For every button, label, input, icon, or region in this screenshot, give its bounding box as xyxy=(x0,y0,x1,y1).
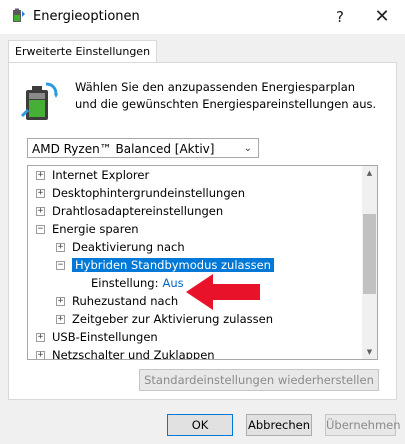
help-button[interactable]: ? xyxy=(320,3,360,31)
tree-item-label: Drahtlosadaptereinstellungen xyxy=(52,204,224,218)
tree-item[interactable]: + Netzschalter und Zuklappen xyxy=(36,346,215,360)
expand-icon[interactable]: + xyxy=(36,351,45,359)
tree-item[interactable]: + Internet Explorer xyxy=(36,166,149,184)
expand-icon[interactable]: + xyxy=(56,297,65,306)
tree-item[interactable]: + Deaktivierung nach xyxy=(56,238,185,256)
setting-row[interactable]: Einstellung: Aus xyxy=(91,274,184,292)
tree-item-label: Ruhezustand nach xyxy=(72,294,179,308)
red-arrow-annotation xyxy=(186,274,260,310)
cancel-button[interactable]: Abbrechen xyxy=(246,414,312,436)
collapse-icon[interactable]: − xyxy=(36,225,45,234)
tree-item-label: Energie sparen xyxy=(52,222,139,236)
tree-item-label: Internet Explorer xyxy=(52,168,150,182)
tab-advanced-settings[interactable]: Erweiterte Einstellungen xyxy=(8,40,158,63)
tree-item[interactable]: + Ruhezustand nach xyxy=(56,292,178,310)
settings-tree[interactable]: + Internet Explorer + Desktophintergrundei… xyxy=(27,165,378,360)
tab-strip: Erweiterte Einstellungen xyxy=(8,40,397,63)
tree-item-label: USB-Einstellungen xyxy=(52,330,158,344)
scroll-down-icon[interactable]: ▼ xyxy=(362,345,377,359)
tree-item-label: Netzschalter und Zuklappen xyxy=(52,348,215,360)
vertical-scrollbar[interactable]: ▲ ▼ xyxy=(362,166,377,359)
expand-icon[interactable]: + xyxy=(56,243,65,252)
power-options-dialog: Energieoptionen ? ✕ Erweiterte Einstellu… xyxy=(0,0,405,444)
tree-item-label: Zeitgeber zur Aktivierung zulassen xyxy=(72,312,273,326)
tree-item[interactable]: + USB-Einstellungen xyxy=(36,328,158,346)
tree-item[interactable]: + Drahtlosadaptereinstellungen xyxy=(36,202,223,220)
ok-button[interactable]: OK xyxy=(167,414,233,436)
collapse-icon[interactable]: − xyxy=(56,261,65,270)
window-title: Energieoptionen xyxy=(33,9,140,24)
setting-label: Einstellung: xyxy=(91,276,159,290)
expand-icon[interactable]: + xyxy=(36,171,45,180)
apply-button[interactable]: Übernehmen xyxy=(325,414,401,436)
power-options-icon xyxy=(13,8,25,22)
expand-icon[interactable]: + xyxy=(56,315,65,324)
scroll-up-icon[interactable]: ▲ xyxy=(362,166,377,180)
description-text: Wählen Sie den anzupassenden Energiespar… xyxy=(75,80,377,111)
scrollbar-thumb[interactable] xyxy=(363,214,376,294)
expand-icon[interactable]: + xyxy=(36,207,45,216)
setting-value-link[interactable]: Aus xyxy=(162,276,183,290)
chevron-down-icon: ⌄ xyxy=(243,143,252,154)
power-plan-select[interactable]: AMD Ryzen™ Balanced [Aktiv] ⌄ xyxy=(27,138,259,158)
expand-icon[interactable]: + xyxy=(36,333,45,342)
battery-icon xyxy=(20,82,58,120)
tree-item-label: Hybriden Standbymodus zulassen xyxy=(72,258,274,272)
tree-item[interactable]: + Desktophintergrundeinstellungen xyxy=(36,184,245,202)
tree-item-label: Deaktivierung nach xyxy=(72,240,185,254)
title-bar: Energieoptionen ? ✕ xyxy=(0,0,405,34)
expand-icon[interactable]: + xyxy=(36,189,45,198)
close-button[interactable]: ✕ xyxy=(362,3,402,31)
tree-item[interactable]: − Energie sparen xyxy=(36,220,139,238)
restore-defaults-button[interactable]: Standardeinstellungen wiederherstellen xyxy=(139,369,379,391)
power-plan-select-value: AMD Ryzen™ Balanced [Aktiv] xyxy=(32,142,215,156)
tree-item-label: Desktophintergrundeinstellungen xyxy=(52,186,245,200)
